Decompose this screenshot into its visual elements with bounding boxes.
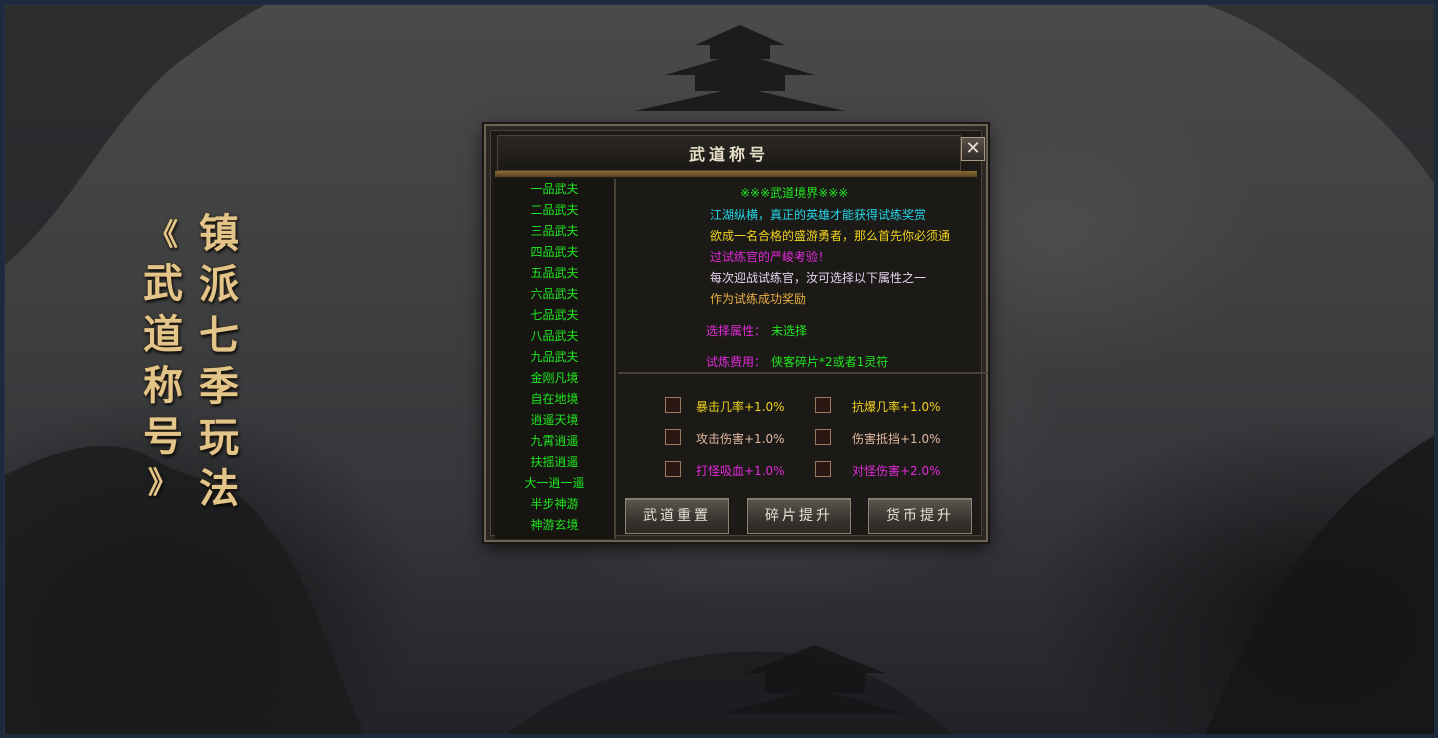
dialog-title: 武道称号 <box>688 145 769 164</box>
side-title-left-column: 《 武 道 称 号 》 <box>136 214 190 506</box>
realm-list-item[interactable]: 二品武夫 <box>495 200 614 221</box>
wudao-title-dialog: 武道称号 ✕ 一品武夫 二品武夫 三品武夫 四品武夫 五品武夫 六品武夫 七品武… <box>484 124 988 542</box>
realm-list-item[interactable]: 自在地境 <box>495 389 614 410</box>
realm-list-item[interactable]: 大一逍一遥 <box>495 473 614 494</box>
info-line: 江湖纵横，真正的英雄才能获得试练奖赏 <box>710 208 927 222</box>
attribute-value: 未选择 <box>771 324 808 338</box>
side-title-char: 《 <box>148 218 178 253</box>
info-header: ※※※武道境界※※※ <box>740 186 849 200</box>
realm-list-item[interactable]: 八品武夫 <box>495 326 614 347</box>
option-label: 伤害抵挡+1.0% <box>852 432 941 446</box>
realm-list-item[interactable]: 七品武夫 <box>495 305 614 326</box>
option-checkbox[interactable] <box>815 461 831 477</box>
option-label: 攻击伤害+1.0% <box>696 432 785 446</box>
side-title-char: 道 <box>143 311 183 358</box>
side-title-char: 》 <box>148 466 178 501</box>
attribute-label: 选择属性： <box>706 324 767 338</box>
title-divider <box>495 171 977 177</box>
realm-list-item[interactable]: 逍遥天境 <box>495 410 614 431</box>
currency-upgrade-button[interactable]: 货币提升 <box>868 498 972 534</box>
option-label: 抗爆几率+1.0% <box>852 400 941 414</box>
side-title-char: 七 <box>199 312 239 359</box>
side-title-char: 称 <box>143 362 183 409</box>
side-title-char: 玩 <box>199 414 239 461</box>
info-line: 过试练官的严峻考验！ <box>710 250 831 264</box>
info-line: 每次迎战试练官，汝可选择以下属性之一 <box>710 271 927 285</box>
option-label: 对怪伤害+2.0% <box>852 464 941 478</box>
fragment-upgrade-button[interactable]: 碎片提升 <box>747 498 851 534</box>
side-title-char: 号 <box>143 413 183 460</box>
option-label: 暴击几率+1.0% <box>696 400 785 414</box>
reset-button[interactable]: 武道重置 <box>625 498 729 534</box>
option-checkbox[interactable] <box>815 429 831 445</box>
realm-list-item[interactable]: 一品武夫 <box>495 179 614 200</box>
realm-list-item[interactable]: 神游玄境 <box>495 515 614 536</box>
cost-label: 试炼费用： <box>706 355 767 369</box>
realm-list[interactable]: 一品武夫 二品武夫 三品武夫 四品武夫 五品武夫 六品武夫 七品武夫 八品武夫 … <box>495 179 616 539</box>
close-button[interactable]: ✕ <box>961 137 985 161</box>
option-label: 打怪吸血+1.0% <box>696 464 785 478</box>
option-checkbox[interactable] <box>815 397 831 413</box>
side-title-right-column: 镇 派 七 季 玩 法 <box>192 208 246 514</box>
realm-list-item[interactable]: 六品武夫 <box>495 284 614 305</box>
side-title-char: 武 <box>143 260 183 307</box>
option-checkbox[interactable] <box>665 461 681 477</box>
side-title-char: 法 <box>199 465 239 512</box>
realm-list-item[interactable]: 三品武夫 <box>495 221 614 242</box>
realm-list-item[interactable]: 半步神游 <box>495 494 614 515</box>
cost-value: 侠客碎片*2或者1灵符 <box>771 355 889 369</box>
attribute-options: 暴击几率+1.0% 抗爆几率+1.0% 攻击伤害+1.0% 伤害抵挡+1.0% … <box>618 376 987 539</box>
side-title-char: 派 <box>199 261 239 308</box>
realm-list-item[interactable]: 九品武夫 <box>495 347 614 368</box>
close-icon: ✕ <box>965 138 981 159</box>
info-panel: ※※※武道境界※※※ 江湖纵横，真正的英雄才能获得试练奖赏 欲成一名合格的盛游勇… <box>618 179 987 374</box>
side-title-char: 镇 <box>199 210 239 257</box>
option-checkbox[interactable] <box>665 397 681 413</box>
realm-list-item[interactable]: 五品武夫 <box>495 263 614 284</box>
realm-list-item[interactable]: 四品武夫 <box>495 242 614 263</box>
dialog-body: 武道称号 ✕ 一品武夫 二品武夫 三品武夫 四品武夫 五品武夫 六品武夫 七品武… <box>490 130 987 539</box>
dialog-title-bar: 武道称号 <box>497 135 961 171</box>
realm-list-item[interactable]: 九霄逍遥 <box>495 431 614 452</box>
side-title-char: 季 <box>199 363 239 410</box>
option-checkbox[interactable] <box>665 429 681 445</box>
info-line: 欲成一名合格的盛游勇者，那么首先你必须通 <box>710 229 951 243</box>
realm-list-item[interactable]: 金刚凡境 <box>495 368 614 389</box>
info-line: 作为试练成功奖励 <box>710 292 807 306</box>
realm-list-item[interactable]: 扶摇逍遥 <box>495 452 614 473</box>
